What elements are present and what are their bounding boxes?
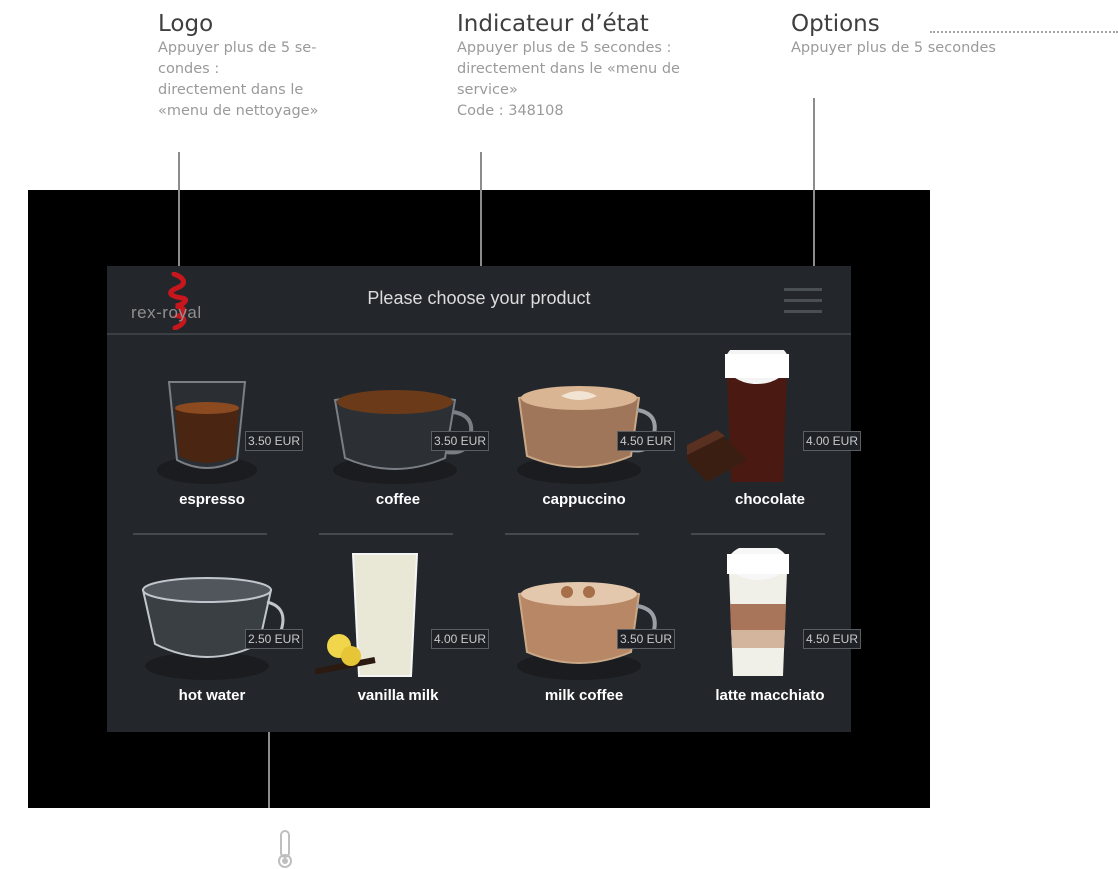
- price-tag: 3.50 EUR: [616, 629, 675, 649]
- product-name: espresso: [179, 491, 245, 508]
- milk-coffee-cup-icon: [517, 582, 657, 680]
- product-tile-cappuccino[interactable]: 4.50 EUR cappuccino: [501, 350, 687, 550]
- coffee-cup-icon: [333, 390, 474, 484]
- product-tile-vanilla-milk[interactable]: 4.00 EUR vanilla milk: [315, 548, 501, 748]
- header-title: Please choose your product: [367, 288, 591, 308]
- vanilla-milk-glass-icon: [315, 553, 419, 677]
- annotation-options: Options Appuyer plus de 5 secondes: [791, 10, 1091, 59]
- price-tag: 4.00 EUR: [430, 629, 489, 649]
- product-name: coffee: [375, 491, 421, 508]
- product-tile-hot-water[interactable]: 2.50 EUR hot water: [129, 548, 315, 868]
- price-tag: 3.50 EUR: [430, 431, 489, 451]
- screen-header: rex-royal Please choose your product: [107, 266, 851, 335]
- price-tag: 3.50 EUR: [244, 431, 303, 451]
- espresso-cup-icon: [157, 381, 257, 484]
- callout-line-options: [813, 98, 815, 266]
- product-name: milk coffee: [544, 687, 624, 704]
- annotation-status-title: Indicateur d’état: [457, 11, 649, 37]
- price-tag: 4.50 EUR: [802, 629, 861, 649]
- dotted-leader-line: [930, 31, 1118, 33]
- hot-water-bowl-icon: [141, 577, 285, 680]
- callout-line-logo: [178, 152, 180, 266]
- thermometer-icon: [278, 830, 292, 868]
- row-divider: [691, 533, 825, 535]
- product-name: chocolate: [734, 491, 806, 508]
- price-tag: 2.50 EUR: [244, 629, 303, 649]
- product-name: hot water: [178, 687, 246, 704]
- product-tile-milk-coffee[interactable]: 3.50 EUR milk coffee: [501, 548, 687, 748]
- touch-screen: rex-royal Please choose your product 3.5…: [107, 266, 861, 868]
- callout-line-status: [480, 152, 482, 266]
- annotation-logo: Logo Appuyer plus de 5 se- condes : dire…: [158, 10, 388, 122]
- hamburger-menu-icon[interactable]: [784, 288, 822, 314]
- row-divider: [319, 533, 453, 535]
- product-name: cappuccino: [542, 491, 626, 508]
- annotation-status-body: Appuyer plus de 5 secondes : directement…: [457, 40, 680, 119]
- annotation-status: Indicateur d’état Appuyer plus de 5 seco…: [457, 10, 757, 122]
- row-divider: [133, 533, 267, 535]
- annotation-options-title: Options: [791, 11, 880, 37]
- cappuccino-cup-icon: [517, 386, 657, 484]
- product-tile-coffee[interactable]: 3.50 EUR coffee: [315, 350, 501, 550]
- row-divider: [505, 533, 639, 535]
- annotation-logo-title: Logo: [158, 11, 214, 37]
- price-tag: 4.00 EUR: [802, 431, 861, 451]
- product-tile-espresso[interactable]: 3.50 EUR espresso: [129, 350, 315, 550]
- annotation-options-body: Appuyer plus de 5 secondes: [791, 40, 996, 56]
- latte-macchiato-glass-icon: [727, 548, 789, 676]
- chocolate-glass-icon: [687, 350, 789, 482]
- product-name: latte macchiato: [715, 687, 825, 704]
- product-tile-chocolate[interactable]: 4.00 EUR chocolate: [687, 350, 873, 550]
- product-tile-latte-macchiato[interactable]: 4.50 EUR latte macchiato: [687, 548, 873, 748]
- product-name: vanilla milk: [357, 687, 439, 704]
- price-tag: 4.50 EUR: [616, 431, 675, 451]
- annotation-logo-body: Appuyer plus de 5 se- condes : directeme…: [158, 40, 319, 119]
